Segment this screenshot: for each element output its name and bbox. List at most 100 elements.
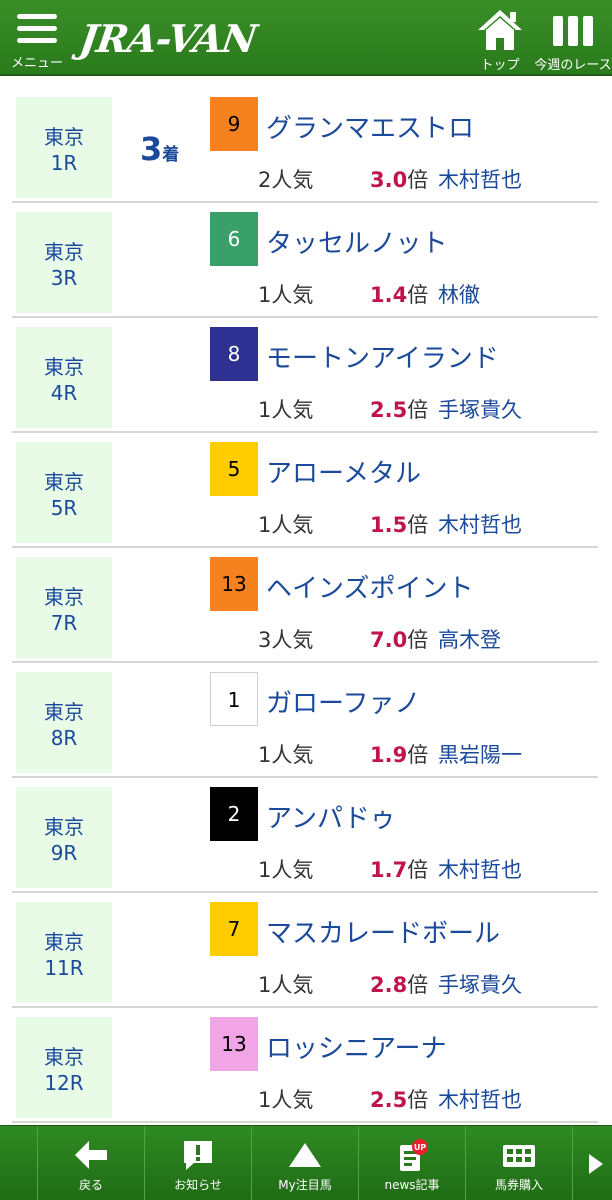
app-header: メニュー JRA-VAN トップ 今週のレース [0, 0, 612, 76]
odds-value: 2.8 [370, 973, 408, 997]
odds-unit: 倍 [407, 628, 429, 652]
odds-unit: 倍 [407, 283, 429, 307]
race-number: 9R [50, 841, 78, 865]
finish-place: 3着 [140, 130, 179, 168]
odds: 1.5倍 [370, 509, 428, 539]
jockey-name[interactable]: 黒岩陽一 [438, 739, 522, 769]
venue-name: 東京 [44, 470, 84, 494]
horse-number-badge: 9 [210, 97, 258, 151]
jockey-name[interactable]: 木村哲也 [438, 509, 522, 539]
horse-name[interactable]: タッセルノット [266, 223, 447, 260]
jockey-name[interactable]: 木村哲也 [438, 854, 522, 884]
venue-race-cell[interactable]: 東京 8R [16, 672, 112, 773]
venue-name: 東京 [44, 355, 84, 379]
venue-race-cell[interactable]: 東京 11R [16, 902, 112, 1003]
horse-name[interactable]: モートンアイランド [266, 338, 499, 375]
race-result-row[interactable]: 東京 3R 6 タッセルノット 1人気 1.4倍 林徹 [0, 203, 612, 318]
venue-name: 東京 [44, 125, 84, 149]
venue-race-cell[interactable]: 東京 5R [16, 442, 112, 543]
finish-place-unit: 着 [162, 145, 180, 165]
race-number: 12R [44, 1071, 84, 1095]
horse-name[interactable]: アローメタル [266, 453, 421, 490]
race-number: 1R [50, 151, 78, 175]
news-label: news記事 [384, 1178, 440, 1192]
horse-number-badge: 2 [210, 787, 258, 841]
odds-value: 1.9 [370, 743, 408, 767]
odds: 1.4倍 [370, 279, 428, 309]
bet-purchase-button[interactable]: 馬券購入 [465, 1126, 572, 1200]
jockey-name[interactable]: 手塚貴久 [438, 394, 522, 424]
race-result-row[interactable]: 東京 5R 5 アローメタル 1人気 1.5倍 木村哲也 [0, 433, 612, 548]
race-number: 5R [50, 496, 78, 520]
week-races-label: 今週のレース [534, 58, 612, 73]
news-button[interactable]: UP news記事 [358, 1126, 465, 1200]
row-divider [12, 1121, 598, 1123]
jockey-name[interactable]: 林徹 [438, 279, 480, 309]
race-number: 4R [50, 381, 78, 405]
jockey-name[interactable]: 手塚貴久 [438, 969, 522, 999]
race-number: 8R [50, 726, 78, 750]
venue-race-cell[interactable]: 東京 1R [16, 97, 112, 198]
horse-name[interactable]: マスカレードボール [266, 913, 500, 950]
odds: 3.0倍 [370, 164, 428, 194]
race-result-row[interactable]: 東京 7R 13 ヘインズポイント 3人気 7.0倍 高木登 [0, 548, 612, 663]
horse-name[interactable]: ロッシニアーナ [266, 1028, 446, 1065]
bottom-nav: 戻る お知らせ My注目馬 UP news記事 馬券購入 [0, 1125, 612, 1200]
popularity: 3人気 [258, 628, 314, 652]
race-result-row[interactable]: 東京 4R 8 モートンアイランド 1人気 2.5倍 手塚貴久 [0, 318, 612, 433]
notice-button[interactable]: お知らせ [144, 1126, 251, 1200]
race-result-row[interactable]: 東京 1R 3着 9 グランマエストロ 2人気 3.0倍 木村哲也 [0, 88, 612, 203]
race-result-row[interactable]: 東京 8R 1 ガローファノ 1人気 1.9倍 黒岩陽一 [0, 663, 612, 778]
bet-purchase-label: 馬券購入 [494, 1178, 543, 1192]
jockey-name[interactable]: 木村哲也 [438, 164, 522, 194]
horse-name[interactable]: グランマエストロ [266, 108, 474, 145]
race-result-row[interactable]: 東京 9R 2 アンパドゥ 1人気 1.7倍 木村哲也 [0, 778, 612, 893]
horse-number-badge: 13 [210, 557, 258, 611]
venue-race-cell[interactable]: 東京 3R [16, 212, 112, 313]
back-button[interactable]: 戻る [37, 1126, 144, 1200]
hamburger-icon [17, 14, 57, 44]
venue-race-cell[interactable]: 東京 7R [16, 557, 112, 658]
venue-name: 東京 [44, 240, 84, 264]
venue-race-cell[interactable]: 東京 9R [16, 787, 112, 888]
menu-label: メニュー [10, 56, 63, 71]
venue-name: 東京 [44, 815, 84, 839]
venue-name: 東京 [44, 930, 84, 954]
jra-van-logo[interactable]: JRA-VAN [77, 16, 259, 62]
horse-name[interactable]: アンパドゥ [266, 798, 396, 835]
odds-value: 7.0 [370, 628, 408, 652]
finish-place-number: 3 [140, 130, 163, 168]
venue-race-cell[interactable]: 東京 4R [16, 327, 112, 428]
home-icon [478, 10, 522, 50]
top-button[interactable]: トップ [470, 6, 530, 73]
popularity: 1人気 [258, 513, 314, 537]
news-icon: UP [400, 1139, 428, 1171]
odds: 1.9倍 [370, 739, 428, 769]
odds-unit: 倍 [407, 513, 429, 537]
odds-value: 1.4 [370, 283, 408, 307]
horse-name[interactable]: ヘインズポイント [266, 568, 473, 605]
my-favorite-horse-button[interactable]: My注目馬 [251, 1126, 358, 1200]
popularity: 1人気 [258, 1088, 314, 1112]
odds-unit: 倍 [407, 743, 429, 767]
race-number: 11R [44, 956, 84, 980]
jockey-name[interactable]: 高木登 [438, 624, 501, 654]
odds: 7.0倍 [370, 624, 428, 654]
scroll-right-button[interactable] [572, 1126, 612, 1200]
race-result-row[interactable]: 東京 11R 7 マスカレードボール 1人気 2.8倍 手塚貴久 [0, 893, 612, 1008]
menu-button[interactable]: メニュー [8, 8, 66, 71]
odds-unit: 倍 [407, 398, 429, 422]
jockey-name[interactable]: 木村哲也 [438, 1084, 522, 1114]
week-races-button[interactable]: 今週のレース [534, 6, 612, 73]
horse-name[interactable]: ガローファノ [266, 683, 420, 720]
horse-number-badge: 7 [210, 902, 258, 956]
scroll-left-area [0, 1126, 37, 1200]
odds-value: 3.0 [370, 168, 408, 192]
popularity: 2人気 [258, 168, 314, 192]
race-result-row[interactable]: 東京 12R 13 ロッシニアーナ 1人気 2.5倍 木村哲也 [0, 1008, 612, 1123]
odds-value: 2.5 [370, 1088, 408, 1112]
top-label: トップ [480, 58, 520, 73]
odds-unit: 倍 [407, 973, 429, 997]
arrow-left-icon [75, 1141, 107, 1169]
venue-race-cell[interactable]: 東京 12R [16, 1017, 112, 1118]
